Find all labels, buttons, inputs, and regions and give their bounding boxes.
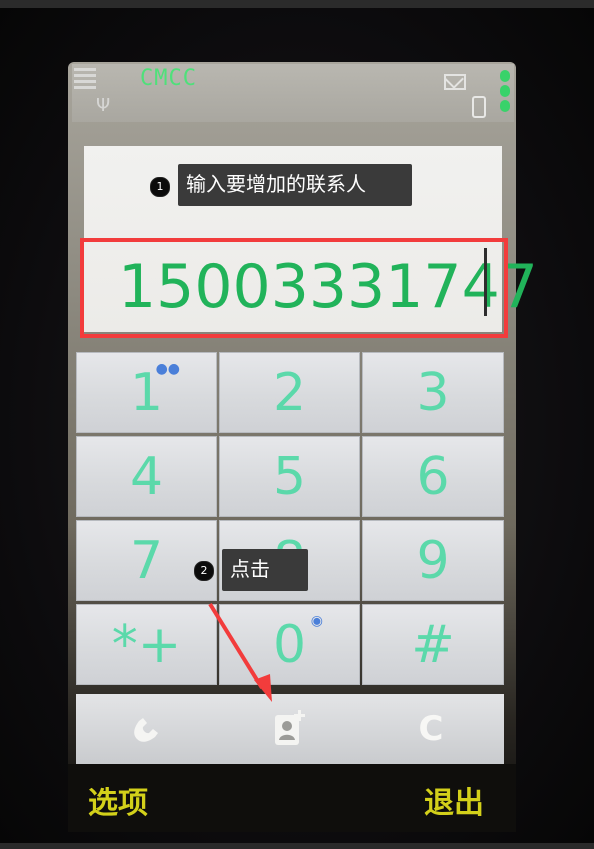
- key-label: 5: [272, 446, 307, 507]
- signal-bars-icon: [74, 68, 96, 94]
- key-label: #: [411, 614, 455, 675]
- dial-keypad: 1 ●● 2 3 4 5 6 7 8 9 *+ 0 ◉ #: [76, 352, 504, 685]
- key-label: 3: [416, 362, 450, 423]
- softkey-exit[interactable]: 退出: [424, 778, 484, 822]
- key-label: 9: [416, 530, 450, 591]
- step-1-callout: 输入要增加的联系人: [178, 164, 412, 206]
- clear-button[interactable]: C: [408, 706, 454, 752]
- key-label: 4: [129, 446, 164, 507]
- key-label: *+: [111, 614, 182, 675]
- antenna-icon: Ψ: [96, 95, 111, 116]
- key-1[interactable]: 1 ●●: [76, 352, 217, 433]
- key-9[interactable]: 9: [362, 520, 504, 601]
- phone-handset-icon[interactable]: [124, 706, 170, 752]
- battery-icon: [472, 96, 486, 118]
- key-label: 6: [416, 446, 450, 507]
- add-contact-glyph: [275, 710, 305, 745]
- softkey-options[interactable]: 选项: [88, 778, 148, 822]
- key-5[interactable]: 5: [219, 436, 360, 517]
- status-bar: [72, 64, 514, 122]
- phone-handset-glyph: [134, 718, 158, 742]
- key-2[interactable]: 2: [219, 352, 360, 433]
- level-dots-icon: [500, 70, 512, 120]
- step-1-marker: 1: [150, 177, 170, 197]
- step-2-callout: 点击: [222, 549, 308, 591]
- key-label: 7: [129, 530, 164, 591]
- top-edge: [0, 0, 594, 8]
- carrier-name: CMCC: [140, 66, 197, 91]
- key-star-plus[interactable]: *+: [76, 604, 217, 685]
- key-4[interactable]: 4: [76, 436, 217, 517]
- key-3[interactable]: 3: [362, 352, 504, 433]
- key-label: 0: [272, 614, 307, 675]
- key-6[interactable]: 6: [362, 436, 504, 517]
- mail-icon: [444, 74, 466, 90]
- key-label: 2: [272, 362, 307, 423]
- add-contact-icon[interactable]: [266, 706, 312, 752]
- key-hash[interactable]: #: [362, 604, 504, 685]
- bottom-edge: [0, 843, 594, 849]
- key-7[interactable]: 7: [76, 520, 217, 601]
- globe-icon: ◉: [310, 613, 323, 629]
- step-2-marker: 2: [194, 561, 214, 581]
- key-0[interactable]: 0 ◉: [219, 604, 360, 685]
- voicemail-icon: ●●: [155, 361, 180, 377]
- highlight-box: [80, 238, 508, 338]
